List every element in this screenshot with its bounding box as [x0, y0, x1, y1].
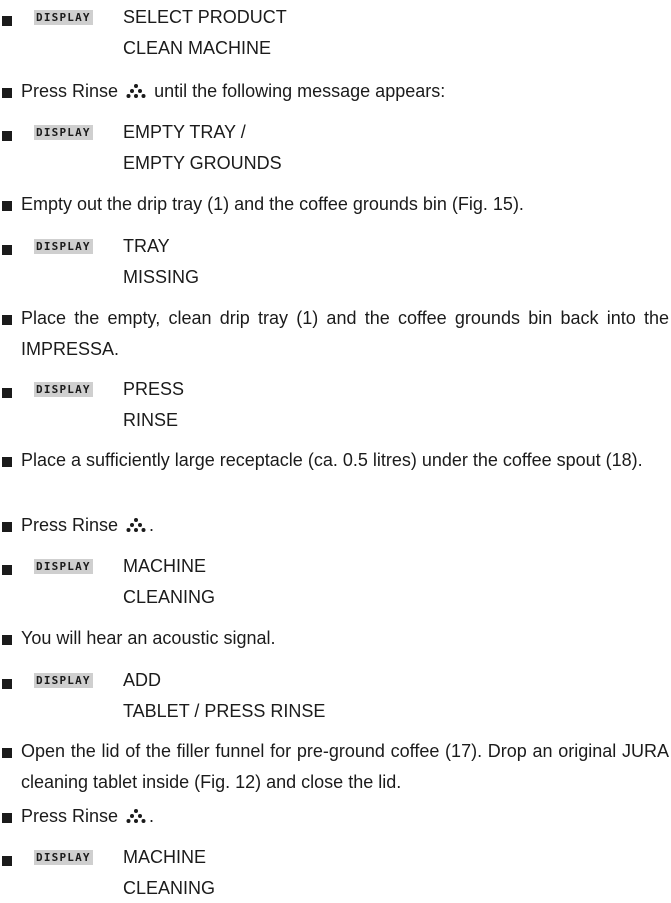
display-line-1: MACHINE: [123, 847, 207, 867]
rinse-icon: [126, 518, 146, 533]
bullet-icon: [2, 813, 12, 824]
display-line-1: SELECT PRODUCT: [123, 6, 287, 27]
bullet-icon: [2, 15, 12, 26]
bullet-icon: [2, 522, 12, 533]
bullet-icon: [2, 679, 12, 690]
display-label: DISPLAY: [34, 559, 93, 574]
step-text: Place the empty, clean drip tray (1) and…: [21, 308, 669, 360]
step-text: Press Rinse until the following message …: [21, 81, 446, 102]
bullet-icon: [2, 856, 12, 866]
bullet-icon: [2, 748, 12, 759]
display-line-1: MACHINE: [123, 556, 207, 576]
bullet-icon: [2, 200, 12, 211]
display-line-2: CLEANING: [123, 878, 216, 898]
display-label: DISPLAY: [34, 9, 93, 25]
bullet-icon: [2, 245, 12, 256]
bullet-icon: [2, 315, 12, 326]
bullet-icon: [2, 388, 12, 399]
display-line-2: RINSE: [123, 410, 179, 431]
step-text: You will hear an acoustic signal.: [21, 627, 276, 648]
display-label: DISPLAY: [34, 124, 93, 140]
display-label: DISPLAY: [34, 382, 93, 398]
step-text: Press Rinse .: [21, 806, 155, 827]
display-line-2: EMPTY GROUNDS: [123, 152, 282, 173]
display-line-1: EMPTY TRAY /: [123, 121, 246, 142]
rinse-icon: [126, 809, 146, 824]
instruction-list: DISPLAY SELECT PRODUCT CLEAN MACHINE Pre…: [0, 0, 671, 903]
display-line-2: MISSING: [123, 267, 200, 288]
display-line-1: TRAY: [123, 236, 170, 257]
step-text: Place a sufficiently large receptacle (c…: [21, 450, 643, 471]
rinse-icon: [126, 84, 146, 99]
step-text: Open the lid of the filler funnel for pr…: [21, 741, 669, 793]
step-text: Empty out the drip tray (1) and the coff…: [21, 193, 524, 214]
display-line-1: PRESS: [123, 379, 185, 400]
display-label: DISPLAY: [34, 239, 93, 255]
bullet-icon: [2, 130, 12, 141]
step-text: Press Rinse .: [21, 515, 155, 536]
bullet-icon: [2, 634, 12, 645]
bullet-icon: [2, 88, 12, 99]
display-line-1: ADD: [123, 670, 162, 691]
bullet-icon: [2, 457, 12, 468]
display-label: DISPLAY: [34, 850, 93, 865]
display-label: DISPLAY: [34, 673, 93, 689]
display-line-2: TABLET / PRESS RINSE: [123, 701, 326, 722]
display-line-2: CLEAN MACHINE: [123, 37, 272, 58]
bullet-icon: [2, 565, 12, 575]
display-line-2: CLEANING: [123, 587, 216, 607]
